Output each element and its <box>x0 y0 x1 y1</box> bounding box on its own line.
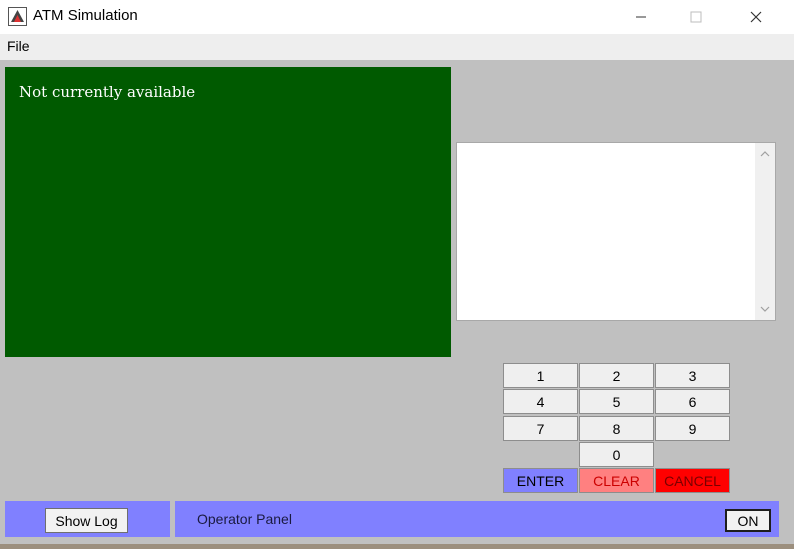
key-8[interactable]: 8 <box>579 416 654 441</box>
key-1[interactable]: 1 <box>503 363 578 388</box>
key-2[interactable]: 2 <box>579 363 654 388</box>
enter-button[interactable]: ENTER <box>503 468 578 493</box>
key-7[interactable]: 7 <box>503 416 578 441</box>
operator-on-button[interactable]: ON <box>725 509 771 532</box>
receipt-printer-area[interactable] <box>456 142 776 321</box>
atm-window: ATM Simulation File Not currently availa… <box>0 0 794 544</box>
title-bar: ATM Simulation <box>0 0 794 34</box>
show-log-button[interactable]: Show Log <box>45 508 128 533</box>
atm-display: Not currently available <box>5 67 451 357</box>
display-message: Not currently available <box>19 83 196 101</box>
cancel-button[interactable]: CANCEL <box>655 468 730 493</box>
key-0[interactable]: 0 <box>579 442 654 467</box>
java-app-icon <box>8 7 27 26</box>
key-3[interactable]: 3 <box>655 363 730 388</box>
key-5[interactable]: 5 <box>579 389 654 414</box>
minimize-button[interactable] <box>618 0 664 33</box>
chevron-up-icon <box>760 151 770 157</box>
log-panel: Show Log <box>5 501 170 537</box>
scroll-up-button[interactable] <box>755 146 775 162</box>
window-title: ATM Simulation <box>33 7 138 24</box>
chevron-down-icon <box>760 306 770 312</box>
maximize-button[interactable] <box>673 0 719 33</box>
clear-button[interactable]: CLEAR <box>579 468 654 493</box>
scroll-down-button[interactable] <box>755 301 775 317</box>
menu-file[interactable]: File <box>7 38 30 54</box>
maximize-icon <box>690 11 702 22</box>
minimize-icon <box>636 16 646 17</box>
key-4[interactable]: 4 <box>503 389 578 414</box>
key-9[interactable]: 9 <box>655 416 730 441</box>
operator-panel: Operator Panel ON <box>175 501 779 537</box>
receipt-scrollbar[interactable] <box>755 143 775 320</box>
key-6[interactable]: 6 <box>655 389 730 414</box>
close-icon <box>750 11 762 22</box>
menu-bar: File <box>0 34 794 60</box>
operator-panel-label: Operator Panel <box>197 511 292 527</box>
close-button[interactable] <box>733 0 779 33</box>
